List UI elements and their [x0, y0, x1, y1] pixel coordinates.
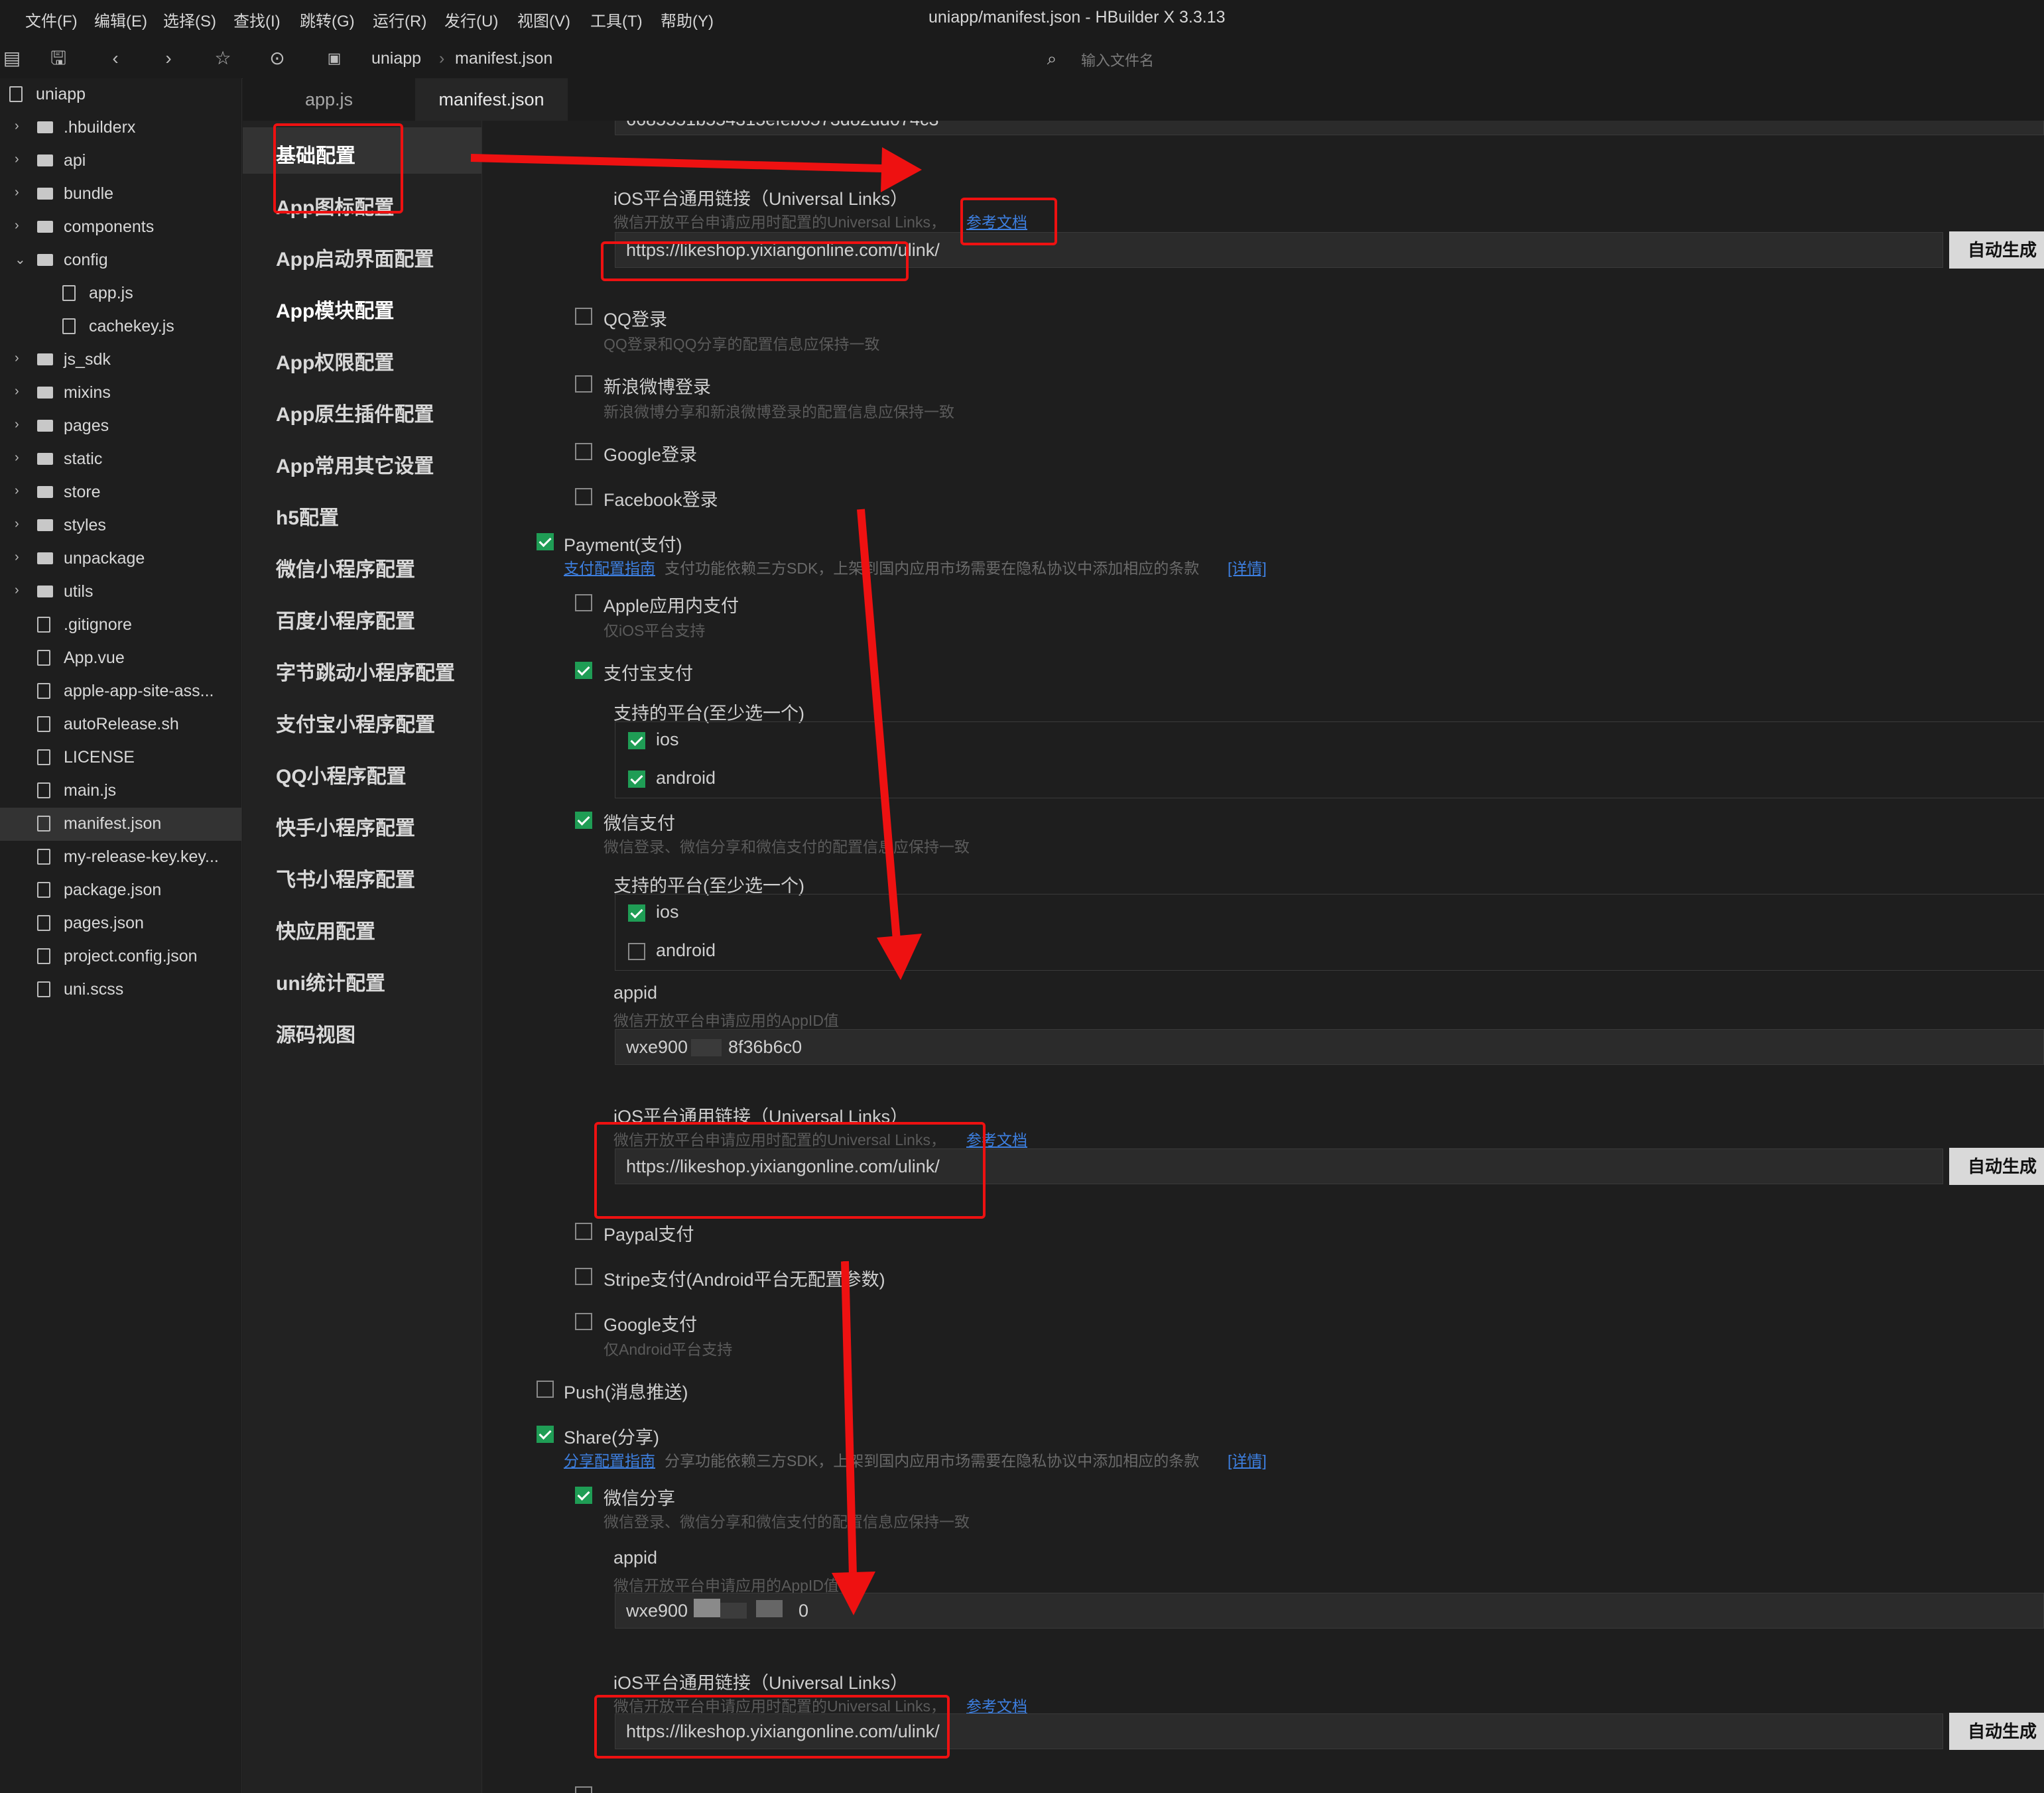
arrow-down-1-shaft	[857, 509, 901, 941]
arrow-down-1-head	[877, 934, 922, 980]
arrow-down-2-shaft	[841, 1261, 857, 1576]
annotation-arrows	[470, 147, 922, 1615]
arrow-right-head	[881, 147, 922, 192]
arrow-down-2-head	[832, 1572, 875, 1615]
arrow-right-shaft	[470, 154, 883, 172]
